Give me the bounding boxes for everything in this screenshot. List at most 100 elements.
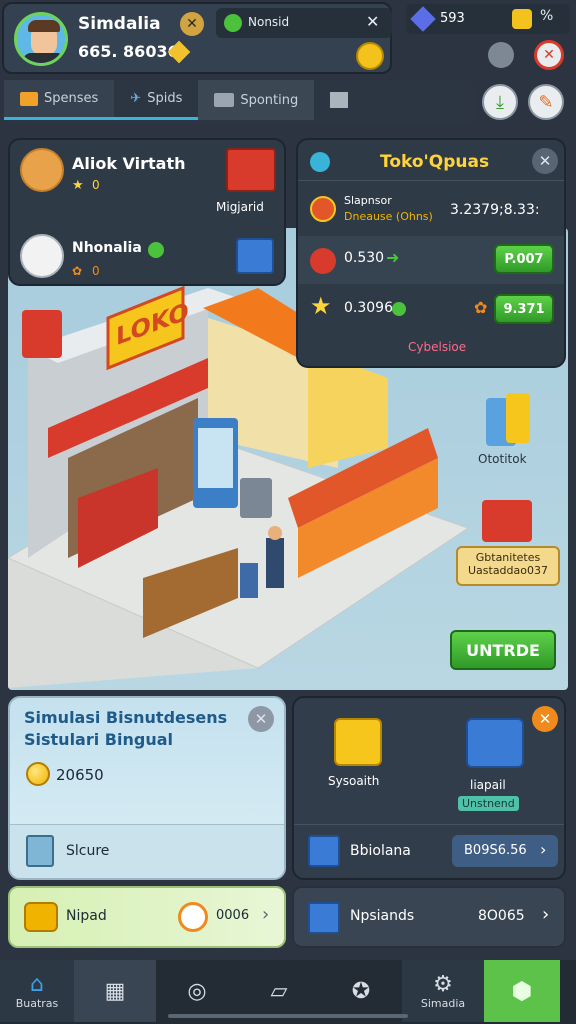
- sim-title-line2: Sistulari Bingual: [24, 730, 173, 749]
- machine-icon: [466, 718, 524, 768]
- sim-coins: 20650: [56, 766, 104, 784]
- nav-label: Buatras: [15, 997, 59, 1010]
- toko-row3-button[interactable]: 9.371: [494, 294, 554, 324]
- visitor-avatar-2[interactable]: [20, 234, 64, 278]
- chevron-right-icon: ›: [540, 840, 547, 859]
- nav-settings[interactable]: ⚙ Simadia: [402, 960, 484, 1022]
- toko-row-2[interactable]: 0.530 ➜ P.007: [298, 236, 564, 284]
- player-card[interactable]: Simdalia 665. 86036 ✕ Nonsid ✕: [2, 2, 392, 74]
- visitor-item-label: Migjarid: [216, 200, 264, 214]
- toko-row2-button[interactable]: P.007: [494, 244, 554, 274]
- gift-small-icon: ✿: [474, 298, 488, 317]
- cube-icon: ⬢: [511, 977, 533, 1005]
- top-chip-label: Nonsid: [248, 15, 290, 29]
- gems-bar[interactable]: 593 %: [406, 4, 570, 34]
- item-2[interactable]: liapail Unstnend: [458, 716, 538, 816]
- side-item-label-1: Ototitok: [478, 452, 527, 466]
- star-gold-icon: ★: [310, 292, 332, 320]
- tab-sponting[interactable]: Sponting: [198, 80, 315, 120]
- gem-icon: [410, 6, 436, 32]
- player-money: 665. 86036: [78, 42, 179, 61]
- tab-spids[interactable]: ✈ Spids: [114, 80, 199, 120]
- bottom-right-row[interactable]: Npsiands 8O065 ›: [292, 886, 566, 948]
- build-button[interactable]: ✎: [528, 84, 564, 120]
- globe-icon: [310, 152, 330, 172]
- nav-home[interactable]: ⌂ Buatras: [0, 960, 74, 1022]
- sim-close-button[interactable]: ✕: [248, 706, 274, 732]
- blue-crate-icon: [308, 835, 340, 867]
- nav-cube[interactable]: ⬢: [484, 960, 560, 1022]
- sim-store-row[interactable]: Slcure: [10, 824, 284, 878]
- item-1[interactable]: Sysoaith: [324, 714, 394, 794]
- tab-spenses[interactable]: Spenses: [4, 80, 115, 120]
- mail-box-icon: [334, 718, 382, 766]
- store-box-icon: [26, 835, 54, 867]
- chevron-right-icon: ›: [262, 904, 270, 925]
- sim-store-label: Slcure: [66, 843, 110, 859]
- target-icon: ◎: [187, 978, 207, 1004]
- alert-icon[interactable]: ✕: [534, 40, 564, 70]
- coin-stack-icon: [24, 902, 58, 932]
- pet-icon: [178, 902, 208, 932]
- truck-icon: [214, 93, 235, 107]
- visitor-name-2: Nhonalia: [72, 240, 142, 256]
- toko-row-3[interactable]: ★ 0.3096 ✿ 9.371: [306, 286, 560, 334]
- plane-icon: ✈: [130, 91, 142, 106]
- side-item-card-2[interactable]: Gbtanitetes Uastaddao037: [456, 546, 560, 586]
- leaf-small-icon: ✿: [72, 264, 83, 278]
- side-item-line2: Uastaddao037: [467, 564, 548, 577]
- add-gems-icon[interactable]: [512, 9, 532, 29]
- bottom-right-label: Npsiands: [350, 908, 415, 924]
- toko-row1-line2: Dneause (Ohns): [344, 210, 433, 223]
- no-entry-icon: [310, 248, 336, 274]
- toko-row2-label: 0.530: [344, 250, 385, 266]
- bottom-left-row[interactable]: Nipad 0006 ›: [8, 886, 286, 948]
- box-icon: [330, 92, 349, 108]
- toko-close-button[interactable]: ✕: [532, 148, 558, 174]
- items-row-value: B09S6.56: [464, 843, 527, 858]
- tab-box[interactable]: [314, 80, 364, 120]
- tab-bar: Spenses ✈ Spids Sponting: [4, 80, 474, 124]
- home-icon: ⌂: [30, 972, 44, 997]
- nav-shop[interactable]: ▦: [74, 960, 156, 1022]
- tab-label: Spenses: [44, 91, 99, 106]
- home-indicator: [168, 1014, 408, 1018]
- visitor-stat-2: 0: [92, 264, 100, 278]
- leaf-button[interactable]: ⤓: [482, 84, 518, 120]
- toko-footer: Cybelsioe: [408, 340, 467, 354]
- toko-row-1[interactable]: Slapnsor Dneause (Ohns) 3.2379;8.33:: [306, 188, 560, 236]
- wallet-icon: [20, 91, 38, 106]
- settings-icon[interactable]: [488, 42, 514, 68]
- visitor-name-1: Aliok Virtath: [72, 154, 186, 173]
- percent-icon[interactable]: %: [540, 8, 553, 24]
- gift-icon[interactable]: [226, 148, 276, 192]
- visitor-avatar-1[interactable]: [20, 148, 64, 192]
- visitors-panel: Aliok Virtath ★ 0 Migjarid Nhonalia ✿ 0: [8, 138, 286, 286]
- fire-icon: [310, 196, 336, 222]
- star-icon: ★: [72, 178, 84, 193]
- upgrade-button[interactable]: UNTRDE: [450, 630, 556, 670]
- toko-title: Toko'Qpuas: [380, 152, 490, 172]
- item2-badge: Unstnend: [458, 796, 519, 811]
- player-name: Simdalia: [78, 14, 161, 34]
- nav-folder[interactable]: ▱: [238, 960, 320, 1022]
- item2-label: liapail: [470, 778, 506, 792]
- blue-box-icon[interactable]: [236, 238, 274, 274]
- chevron-right-icon: ›: [542, 904, 550, 925]
- top-chip[interactable]: Nonsid ✕: [216, 8, 392, 38]
- avatar[interactable]: [14, 12, 68, 66]
- sim-title-line1: Simulasi Bisnutdesens: [24, 708, 228, 727]
- shop-icon: ▦: [104, 978, 126, 1004]
- lock-coin-icon[interactable]: [356, 42, 384, 70]
- folder-icon: ▱: [270, 978, 288, 1004]
- nav-star[interactable]: ✪: [320, 960, 402, 1022]
- close-icon[interactable]: ✕: [180, 12, 204, 36]
- items-row-value-pill[interactable]: B09S6.56 ›: [452, 835, 558, 867]
- tab-label: Sponting: [240, 92, 299, 108]
- chip-close-icon[interactable]: ✕: [366, 12, 379, 31]
- toko-row1-value: 3.2379;8.33:: [450, 202, 540, 218]
- sim-panel: Simulasi Bisnutdesens Sistulari Bingual …: [8, 696, 286, 880]
- nav-target[interactable]: ◎: [156, 960, 238, 1022]
- items-row-label: Bbiolana: [350, 843, 411, 859]
- items-row[interactable]: Bbiolana B09S6.56 ›: [294, 824, 564, 878]
